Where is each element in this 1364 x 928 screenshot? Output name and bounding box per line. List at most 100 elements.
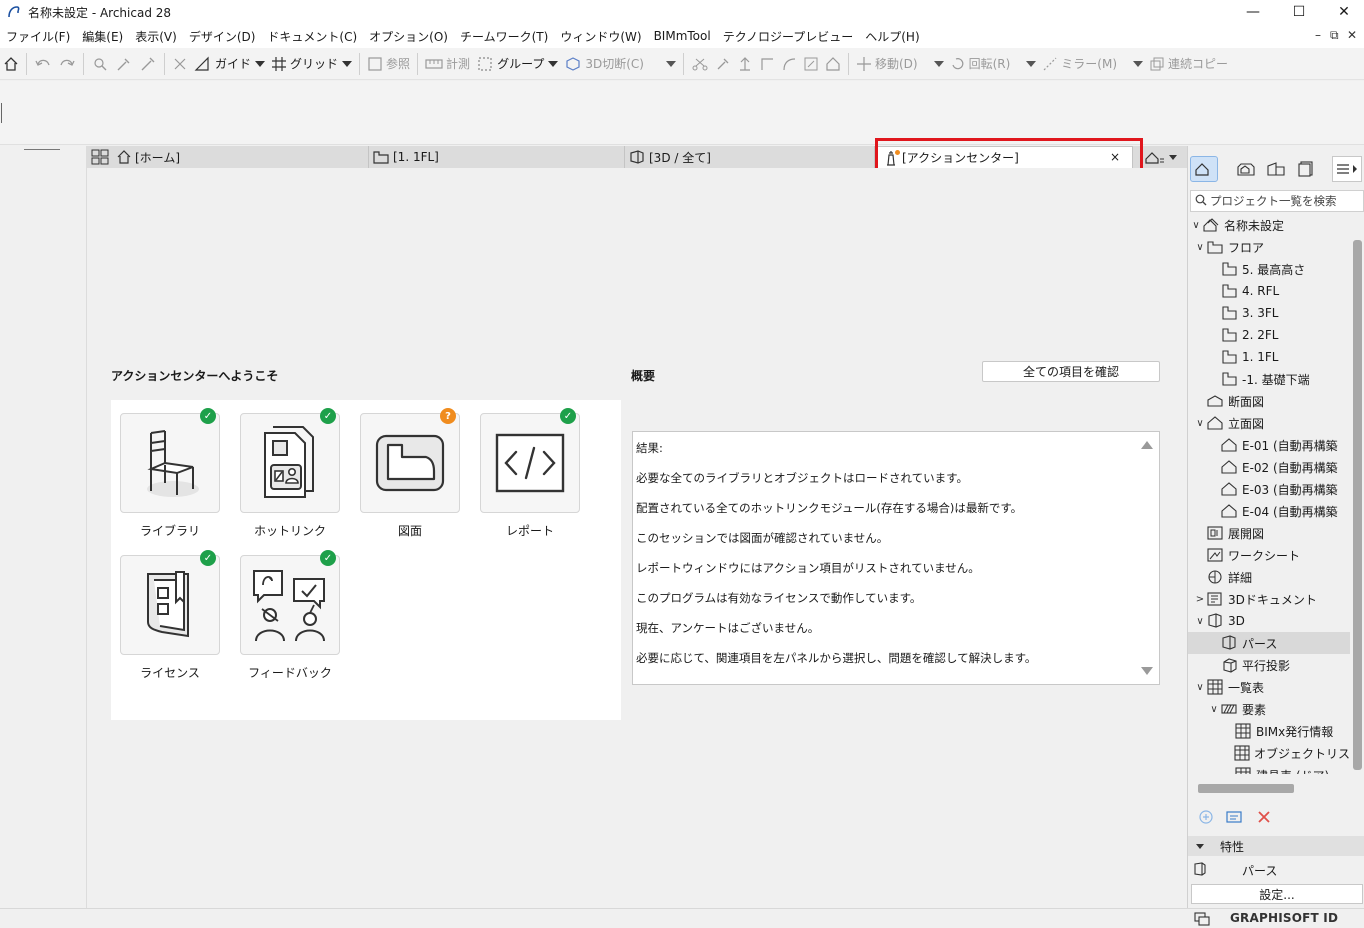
horizontal-scrollbar[interactable] xyxy=(1198,784,1294,793)
tab-floor-plan[interactable]: [1. 1FL] xyxy=(369,146,625,168)
menu-window[interactable]: ウィンドウ(W) xyxy=(554,28,647,45)
chevron-right-icon[interactable]: > xyxy=(1194,594,1206,605)
tree-item[interactable]: E-01 (自動再構築 xyxy=(1188,434,1350,456)
confirm-all-button[interactable]: 全ての項目を確認 xyxy=(982,361,1160,382)
syringe-button[interactable] xyxy=(136,50,160,78)
tree-scrollbar[interactable] xyxy=(1352,240,1362,770)
scroll-up-arrow[interactable] xyxy=(1141,441,1153,449)
doc-minimize-button[interactable]: – xyxy=(1315,28,1321,42)
view-switch-dropdown[interactable] xyxy=(1145,149,1177,165)
menu-edit[interactable]: 編集(E) xyxy=(76,28,129,45)
move-dropdown[interactable]: 移動(D) xyxy=(853,50,947,78)
publisher-sets-tab[interactable] xyxy=(1292,156,1320,182)
selection-tool-button[interactable] xyxy=(88,50,112,78)
tree-item[interactable]: オブジェクトリスト xyxy=(1188,742,1350,764)
menu-file[interactable]: ファイル(F) xyxy=(0,28,76,45)
maximize-button[interactable]: ☐ xyxy=(1276,0,1322,24)
scissors-button[interactable] xyxy=(688,50,712,78)
chevron-down-icon[interactable]: ∨ xyxy=(1208,704,1220,715)
menu-help[interactable]: ヘルプ(H) xyxy=(859,28,925,45)
tree-item[interactable]: E-04 (自動再構築 xyxy=(1188,500,1350,522)
menu-options[interactable]: オプション(O) xyxy=(363,28,454,45)
undo-button[interactable] xyxy=(31,50,55,78)
mirror-dropdown[interactable]: ミラー(M) xyxy=(1039,50,1146,78)
chevron-down-icon[interactable]: ∨ xyxy=(1194,682,1206,693)
tab-action-center[interactable]: [アクションセンター] × xyxy=(875,146,1133,168)
tree-item[interactable]: BIMx発行情報 xyxy=(1188,720,1350,742)
menu-document[interactable]: ドキュメント(C) xyxy=(261,28,363,45)
tab-3d[interactable]: [3D / 全て] xyxy=(625,146,875,168)
license-box[interactable] xyxy=(120,555,220,655)
tree-item[interactable]: E-03 (自動再構築 xyxy=(1188,478,1350,500)
navigator-search[interactable]: プロジェクト一覧を検索 xyxy=(1190,190,1364,212)
rotate-dropdown[interactable]: 回転(R) xyxy=(947,50,1040,78)
edit-tool-button-4[interactable] xyxy=(778,50,800,78)
project-map-tab[interactable] xyxy=(1190,156,1218,182)
tree-item[interactable]: 展開図 xyxy=(1188,522,1350,544)
snap-button[interactable] xyxy=(169,50,191,78)
menu-bimmtool[interactable]: BIMmTool xyxy=(648,29,717,43)
edit-tool-button-3[interactable] xyxy=(756,50,778,78)
scroll-thumb[interactable] xyxy=(1353,240,1362,770)
tree-item[interactable]: 平行投影 xyxy=(1188,654,1350,676)
close-tab-button[interactable]: × xyxy=(1110,150,1120,164)
drawing-box[interactable] xyxy=(360,413,460,513)
tree-item[interactable]: 5. 最高高さ xyxy=(1188,258,1350,280)
graphisoft-id-button[interactable]: GRAPHISOFT ID xyxy=(1230,911,1338,925)
doc-close-button[interactable]: ✕ xyxy=(1347,28,1357,42)
tree-item[interactable]: 1. 1FL xyxy=(1188,346,1350,368)
scroll-down-arrow[interactable] xyxy=(1141,667,1153,675)
reference-button[interactable]: 参照 xyxy=(364,50,413,78)
settings-button[interactable]: 設定... xyxy=(1191,884,1363,904)
3d-cut-dropdown[interactable]: 3D切断(C) xyxy=(561,50,679,78)
tree-item[interactable]: >3Dドキュメント xyxy=(1188,588,1350,610)
library-box[interactable] xyxy=(120,413,220,513)
tab-home[interactable]: [ホーム] xyxy=(113,146,369,168)
tree-item[interactable]: 詳細 xyxy=(1188,566,1350,588)
tree-item[interactable]: 断面図 xyxy=(1188,390,1350,412)
layout-book-tab[interactable] xyxy=(1262,156,1290,182)
guide-dropdown[interactable]: ガイド xyxy=(191,50,268,78)
view-settings-button[interactable] xyxy=(1226,809,1242,828)
delete-view-button[interactable] xyxy=(1256,809,1272,828)
close-window-button[interactable]: ✕ xyxy=(1321,0,1364,24)
eyedropper-button[interactable] xyxy=(112,50,136,78)
chevron-down-icon[interactable]: ∨ xyxy=(1194,242,1206,253)
multi-copy-button[interactable]: 連続コピー xyxy=(1146,50,1231,78)
redo-button[interactable] xyxy=(55,50,79,78)
chevron-down-icon[interactable]: ∨ xyxy=(1190,220,1202,231)
navigator-menu-button[interactable] xyxy=(1332,156,1362,182)
tree-item[interactable]: ∨ 3D xyxy=(1188,610,1350,632)
report-box[interactable] xyxy=(480,413,580,513)
feedback-box[interactable] xyxy=(240,555,340,655)
tree-item[interactable]: ∨ 要素 xyxy=(1188,698,1350,720)
tree-item[interactable]: ∨ 名称未設定 xyxy=(1188,214,1350,236)
menu-view[interactable]: 表示(V) xyxy=(129,28,183,45)
chevron-down-icon[interactable]: ∨ xyxy=(1194,418,1206,429)
menu-design[interactable]: デザイン(D) xyxy=(183,28,262,45)
tree-item[interactable]: ∨ 一覧表 xyxy=(1188,676,1350,698)
tree-item[interactable]: 4. RFL xyxy=(1188,280,1350,302)
properties-header[interactable]: 特性 xyxy=(1188,836,1364,856)
group-dropdown[interactable]: グループ xyxy=(473,50,561,78)
menu-teamwork[interactable]: チームワーク(T) xyxy=(454,28,554,45)
view-map-tab[interactable] xyxy=(1232,156,1260,182)
edit-tool-button-6[interactable] xyxy=(822,50,844,78)
minimize-button[interactable]: — xyxy=(1230,0,1276,24)
home-button[interactable] xyxy=(0,50,22,78)
edit-tool-button-2[interactable] xyxy=(734,50,756,78)
hotlink-box[interactable] xyxy=(240,413,340,513)
edit-tool-button-5[interactable] xyxy=(800,50,822,78)
tree-item[interactable]: ∨ 立面図 xyxy=(1188,412,1350,434)
tree-item[interactable]: 3. 3FL xyxy=(1188,302,1350,324)
grid-dropdown[interactable]: グリッド xyxy=(268,50,355,78)
edit-tool-button-1[interactable] xyxy=(712,50,734,78)
tab-overview-button[interactable] xyxy=(91,149,109,168)
chevron-down-icon[interactable]: ∨ xyxy=(1194,616,1206,627)
new-view-button[interactable] xyxy=(1198,809,1214,828)
tree-item[interactable]: ∨ フロア xyxy=(1188,236,1350,258)
tree-item[interactable]: 建具表 (ドア) xyxy=(1188,764,1350,774)
window-switch-icon[interactable] xyxy=(1194,912,1210,928)
doc-restore-button[interactable]: ⧉ xyxy=(1330,28,1339,43)
tree-item[interactable]: 2. 2FL xyxy=(1188,324,1350,346)
